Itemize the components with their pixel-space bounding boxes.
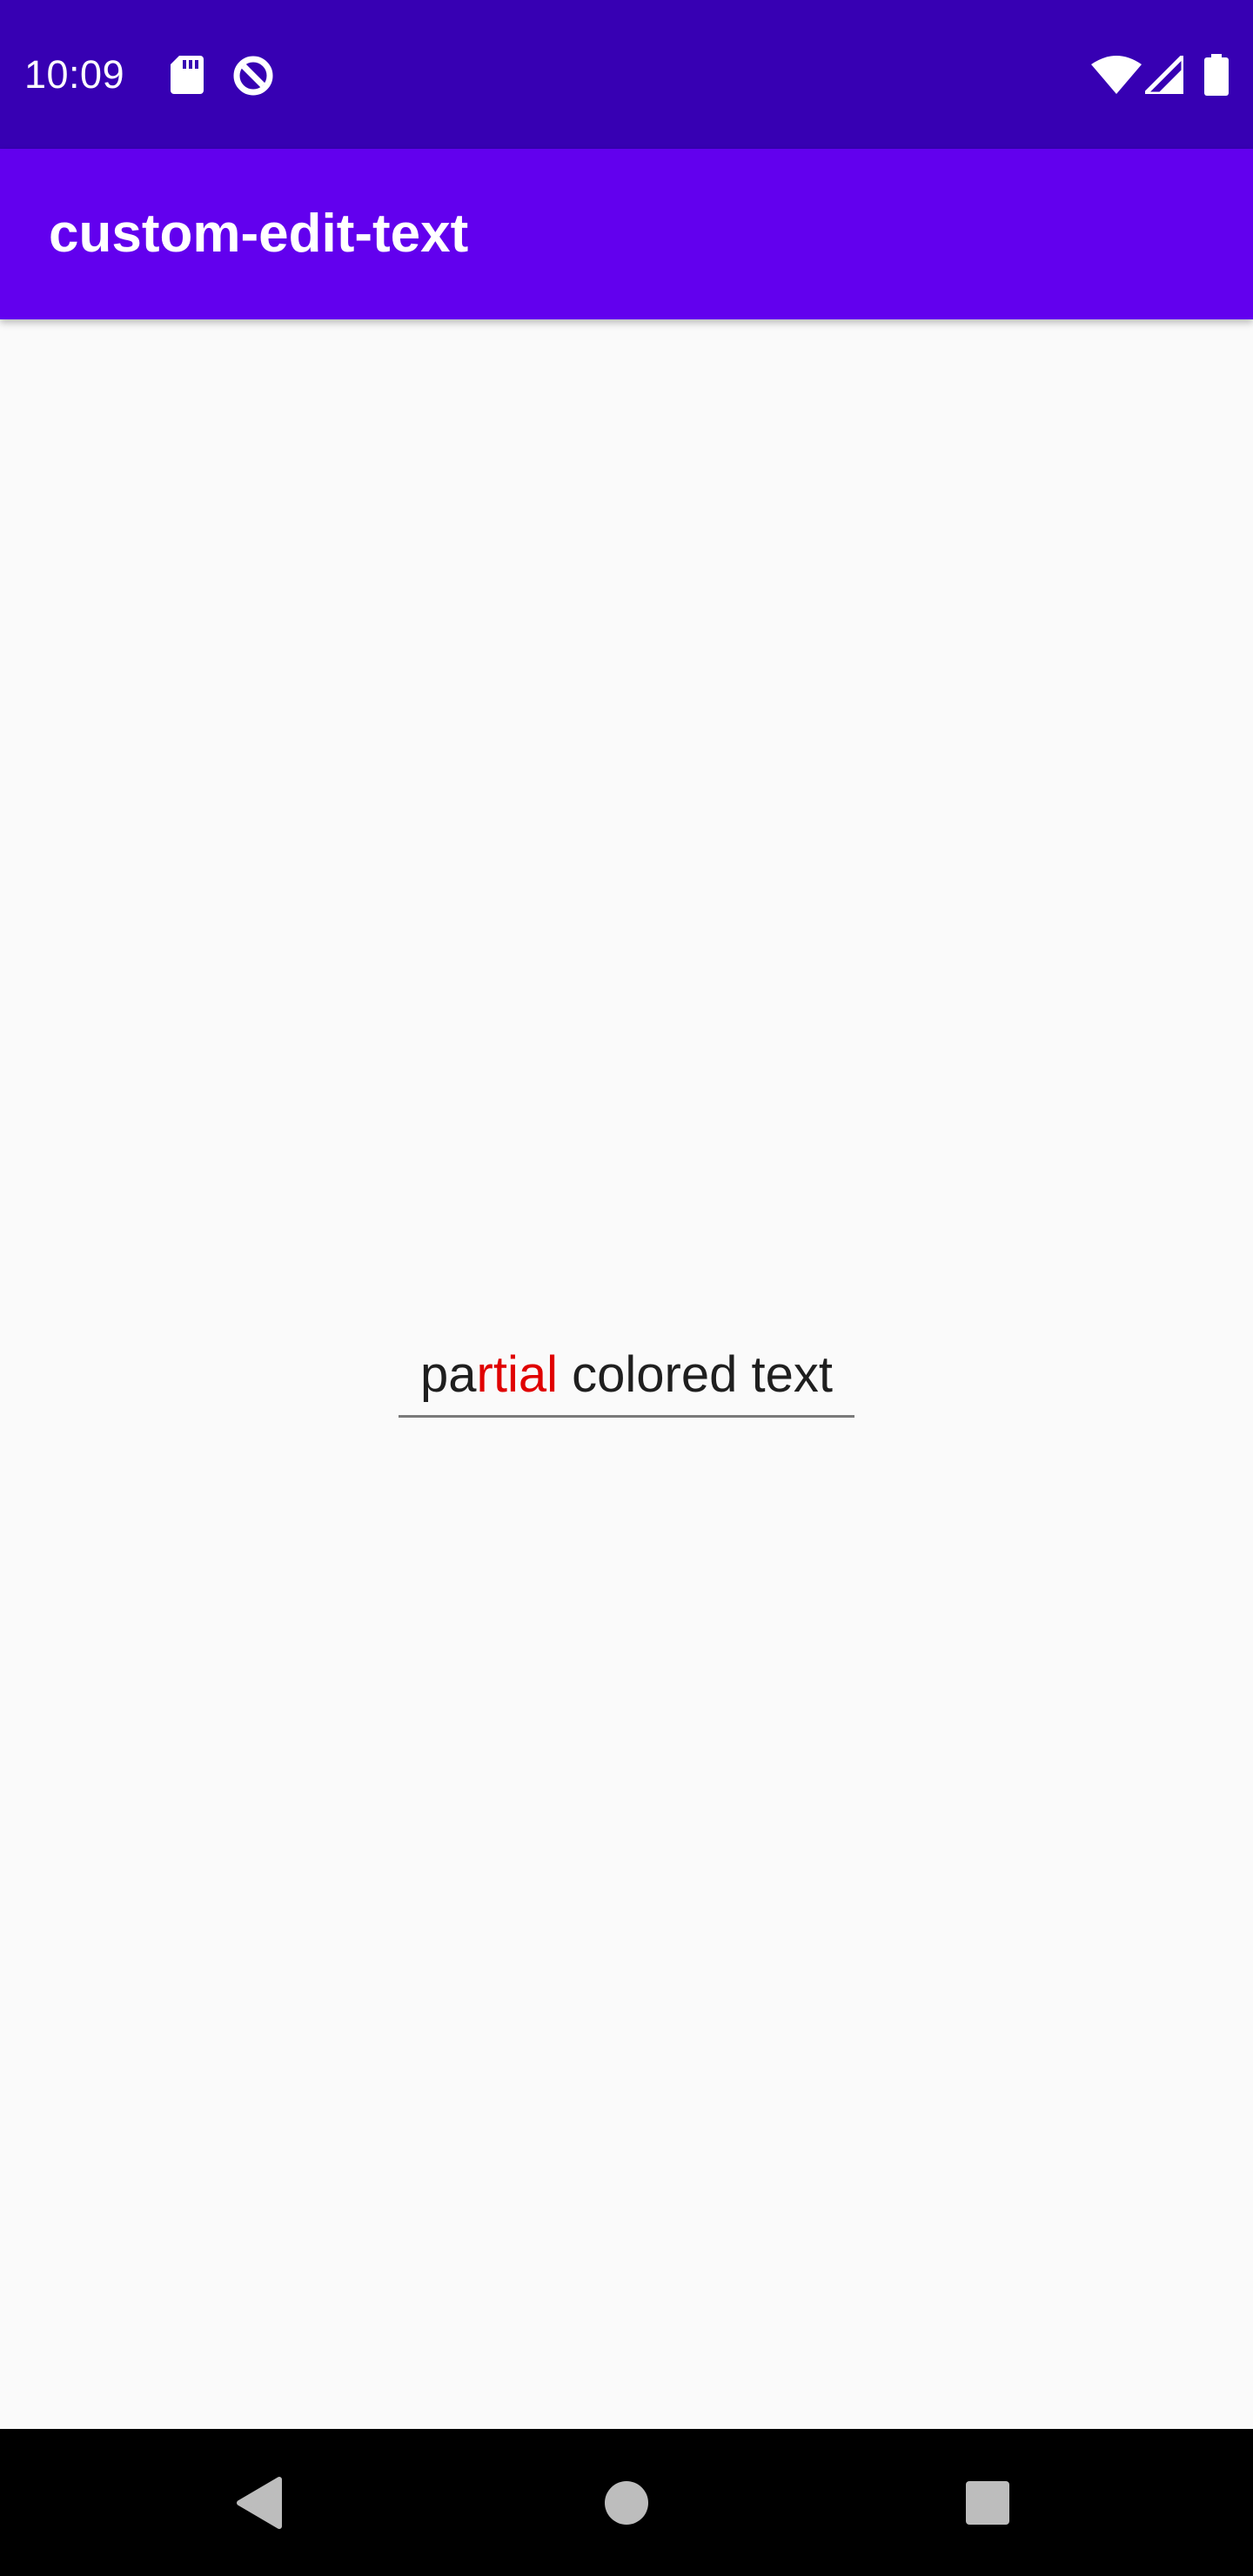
battery-icon xyxy=(1204,54,1229,96)
recents-icon[interactable] xyxy=(948,2464,1027,2542)
edit-text-segment-plain-start: pa xyxy=(420,1346,477,1403)
back-icon[interactable] xyxy=(222,2464,300,2542)
status-time: 10:09 xyxy=(24,52,125,97)
app-title: custom-edit-text xyxy=(49,204,469,264)
edit-text-segment-plain-end: colored text xyxy=(558,1346,833,1403)
sd-card-icon xyxy=(171,56,204,94)
wifi-icon xyxy=(1091,56,1142,94)
cell-signal-icon xyxy=(1145,56,1183,94)
status-bar: 10:09 xyxy=(0,0,1253,149)
app-bar: custom-edit-text xyxy=(0,149,1253,319)
home-icon[interactable] xyxy=(587,2464,666,2542)
edit-text-underline xyxy=(399,1415,854,1418)
edit-text-segment-colored: rtial xyxy=(476,1346,559,1403)
navigation-bar xyxy=(0,2429,1253,2576)
data-saver-icon xyxy=(233,56,273,96)
custom-edit-text-field[interactable]: partial colored text xyxy=(399,1333,854,1420)
